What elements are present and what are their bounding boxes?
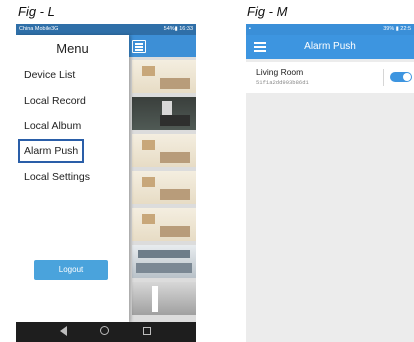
system-nav-bar	[16, 322, 196, 342]
back-icon[interactable]	[60, 326, 67, 336]
logout-button[interactable]: Logout	[34, 260, 108, 280]
notification-icon: ▪	[249, 26, 251, 32]
navigation-drawer: Menu Device List Local Record Local Albu…	[16, 35, 129, 322]
device-row: Living Room 51f1a2dd903b86d1	[246, 62, 414, 93]
app-header: Alarm Push	[246, 35, 414, 59]
camera-thumbnail[interactable]	[132, 97, 196, 130]
fig-l-caption: Fig - L	[18, 4, 55, 19]
menu-item-alarm-push[interactable]: Alarm Push	[17, 139, 85, 163]
camera-thumbnail[interactable]	[132, 208, 196, 241]
status-right: 54%▮ 16:33	[163, 26, 193, 32]
camera-thumbnail[interactable]	[132, 134, 196, 167]
page-title: Alarm Push	[304, 41, 356, 52]
carrier-label: China Mobile3G	[19, 26, 59, 32]
menu-item-local-record[interactable]: Local Record	[24, 91, 86, 111]
menu-item-local-settings[interactable]: Local Settings	[24, 167, 90, 187]
camera-thumbnail[interactable]	[132, 282, 196, 315]
background-header	[129, 35, 196, 57]
drawer-title: Menu	[56, 41, 89, 56]
status-bar: ▪ 39% ▮ 22:5	[246, 24, 414, 35]
camera-thumbnail[interactable]	[132, 171, 196, 204]
recent-apps-icon[interactable]	[143, 327, 151, 335]
device-id: 51f1a2dd903b86d1	[256, 79, 309, 86]
menu-item-local-album[interactable]: Local Album	[24, 116, 81, 136]
phone-l-screen: China Mobile3G 54%▮ 16:33 Menu Device Li…	[16, 24, 196, 342]
home-icon[interactable]	[100, 326, 109, 335]
menu-item-device-list[interactable]: Device List	[24, 65, 75, 85]
device-name: Living Room	[256, 67, 304, 77]
menu-icon[interactable]	[132, 40, 146, 53]
phone-m-screen: ▪ 39% ▮ 22:5 Alarm Push Living Room 51f1…	[246, 24, 414, 342]
camera-thumbnail-strip	[129, 35, 196, 322]
camera-thumbnail[interactable]	[132, 245, 196, 278]
status-right: 39% ▮ 22:5	[383, 26, 411, 32]
camera-thumbnail[interactable]	[132, 60, 196, 93]
status-bar: China Mobile3G 54%▮ 16:33	[16, 24, 196, 35]
fig-m-caption: Fig - M	[247, 4, 288, 19]
alarm-push-toggle[interactable]	[390, 72, 412, 82]
toggle-knob	[403, 73, 411, 81]
divider	[383, 69, 384, 86]
